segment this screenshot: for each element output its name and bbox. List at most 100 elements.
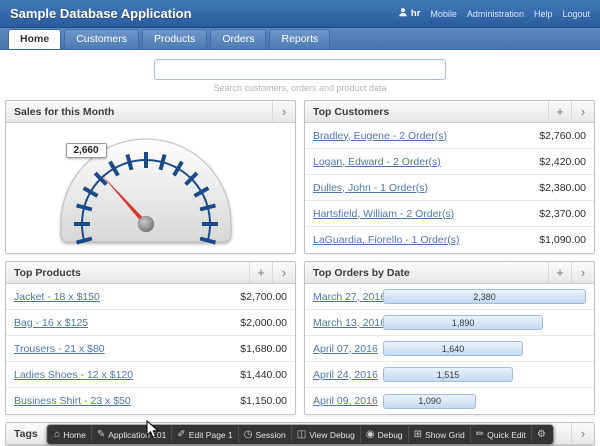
toolbar-show-grid[interactable]: ⊞ Show Grid (408, 426, 470, 443)
panel-actions: + › (249, 262, 295, 283)
row-amount: $2,760.00 (539, 130, 586, 142)
open-panel-button[interactable]: › (272, 101, 295, 122)
order-bar-track: 2,380 (383, 289, 586, 304)
panel-sales-header: Sales for this Month › (6, 101, 295, 123)
toolbar-session[interactable]: ◷ Session (238, 426, 291, 443)
customer-link[interactable]: Hartsfield, William - 2 Order(s) (313, 208, 454, 220)
order-bar-value: 2,380 (473, 292, 496, 302)
panel-top-customers-header: Top Customers + › (305, 101, 594, 123)
table-row: Hartsfield, William - 2 Order(s) $2,370.… (305, 201, 594, 227)
panel-actions: › (272, 101, 295, 122)
tab-home[interactable]: Home (8, 29, 61, 49)
table-row: Dulles, John - 1 Order(s) $2,380.00 (305, 175, 594, 201)
link-help[interactable]: Help (534, 9, 553, 19)
order-bar: 2,380 (383, 289, 586, 304)
edit-page-icon: ✐ (177, 429, 185, 440)
top-products-list: Jacket - 18 x $150 $2,700.00 Bag - 16 x … (6, 284, 295, 414)
toolbar-settings[interactable]: ⚙ (531, 426, 551, 443)
search-input[interactable] (154, 59, 446, 80)
row-amount: $1,680.00 (240, 343, 287, 355)
order-bar: 1,640 (383, 341, 523, 356)
tab-customers[interactable]: Customers (64, 29, 139, 49)
panel-title: Top Customers (313, 106, 389, 118)
header-links: hr Mobile Administration Help Logout (398, 7, 590, 20)
panel-actions: › (571, 423, 594, 444)
toolbar-view-debug[interactable]: ◫ View Debug (291, 426, 360, 443)
product-link[interactable]: Ladies Shoes - 12 x $120 (14, 369, 133, 381)
customer-link[interactable]: LaGuardia, Fiorello - 1 Order(s) (313, 234, 459, 246)
toolbar-item-label: Home (63, 430, 86, 440)
product-link[interactable]: Jacket - 18 x $150 (14, 291, 100, 303)
add-button[interactable]: + (249, 262, 272, 283)
toolbar-debug[interactable]: ◉ Debug (360, 426, 408, 443)
order-bar: 1,890 (383, 315, 543, 330)
toolbar-edit-page[interactable]: ✐ Edit Page 1 (171, 426, 237, 443)
toolbar-item-label: Debug (378, 430, 403, 440)
order-bar-value: 1,640 (442, 344, 465, 354)
order-bar-track: 1,090 (383, 394, 586, 409)
toolbar-home[interactable]: ⌂ Home (49, 426, 91, 443)
order-bar: 1,515 (383, 367, 513, 382)
toolbar-quick-edit[interactable]: ✏ Quick Edit (470, 426, 531, 443)
toolbar-application-101[interactable]: ✎ Application 101 (91, 426, 172, 443)
order-bar: 1,090 (383, 394, 476, 409)
open-panel-button[interactable]: › (272, 262, 295, 283)
order-date-link[interactable]: March 13, 2016 (313, 317, 377, 329)
panel-top-orders-header: Top Orders by Date + › (305, 262, 594, 284)
toolbar-item-label: Session (255, 430, 285, 440)
order-bar-track: 1,515 (383, 367, 586, 382)
app-title: Sample Database Application (10, 6, 192, 21)
app-header: Sample Database Application hr Mobile Ad… (0, 0, 600, 28)
product-link[interactable]: Trousers - 21 x $80 (14, 343, 105, 355)
customer-link[interactable]: Bradley, Eugene - 2 Order(s) (313, 130, 447, 142)
table-row: Bradley, Eugene - 2 Order(s) $2,760.00 (305, 123, 594, 149)
tab-reports[interactable]: Reports (269, 29, 330, 49)
debug-icon: ◉ (366, 429, 375, 440)
link-mobile[interactable]: Mobile (430, 9, 457, 19)
tab-bar: Home Customers Products Orders Reports (0, 28, 600, 50)
customer-link[interactable]: Dulles, John - 1 Order(s) (313, 182, 428, 194)
top-orders-list: March 27, 2016 2,380 March 13, 2016 1,89… (305, 284, 594, 414)
order-bar-track: 1,640 (383, 341, 586, 356)
open-panel-button[interactable]: › (571, 262, 594, 283)
order-date-link[interactable]: April 09, 2016 (313, 395, 377, 407)
table-row: April 09, 2016 1,090 (305, 388, 594, 414)
row-amount: $1,440.00 (240, 369, 287, 381)
search-section: Search customers, orders and product dat… (0, 50, 600, 97)
panel-title: Top Products (14, 267, 81, 279)
link-administration[interactable]: Administration (467, 9, 524, 19)
open-panel-button[interactable]: › (571, 423, 594, 444)
dashboard-grid: Sales for this Month › (0, 97, 600, 415)
product-link[interactable]: Bag - 16 x $125 (14, 317, 88, 329)
session-clock-icon: ◷ (244, 429, 253, 440)
person-icon (398, 7, 408, 20)
add-button[interactable]: + (548, 101, 571, 122)
order-date-link[interactable]: April 07, 2016 (313, 343, 377, 355)
link-logout[interactable]: Logout (562, 9, 590, 19)
table-row: March 27, 2016 2,380 (305, 284, 594, 310)
panel-top-orders: Top Orders by Date + › March 27, 2016 2,… (304, 261, 595, 415)
add-button[interactable]: + (548, 262, 571, 283)
row-amount: $1,150.00 (240, 395, 287, 407)
tab-products[interactable]: Products (142, 29, 207, 49)
table-row: Business Shirt - 23 x $50 $1,150.00 (6, 388, 295, 414)
order-bar-value: 1,515 (437, 370, 460, 380)
toolbar-item-label: Application 101 (108, 430, 166, 440)
top-customers-list: Bradley, Eugene - 2 Order(s) $2,760.00 L… (305, 123, 594, 253)
order-date-link[interactable]: April 24, 2016 (313, 369, 377, 381)
panel-top-products: Top Products + › Jacket - 18 x $150 $2,7… (5, 261, 296, 415)
open-panel-button[interactable]: › (571, 101, 594, 122)
user-label: hr (411, 8, 421, 19)
panel-title: Sales for this Month (14, 106, 114, 118)
tab-orders[interactable]: Orders (210, 29, 266, 49)
order-date-link[interactable]: March 27, 2016 (313, 291, 377, 303)
gauge-value-label: 2,660 (66, 143, 107, 158)
customer-link[interactable]: Logan, Edward - 2 Order(s) (313, 156, 441, 168)
panel-title: Tags (14, 428, 38, 440)
row-amount: $2,700.00 (240, 291, 287, 303)
quick-edit-icon: ✏ (476, 429, 484, 440)
toolbar-item-label: Quick Edit (487, 430, 526, 440)
user-menu[interactable]: hr (398, 7, 421, 20)
row-amount: $2,380.00 (539, 182, 586, 194)
product-link[interactable]: Business Shirt - 23 x $50 (14, 395, 131, 407)
